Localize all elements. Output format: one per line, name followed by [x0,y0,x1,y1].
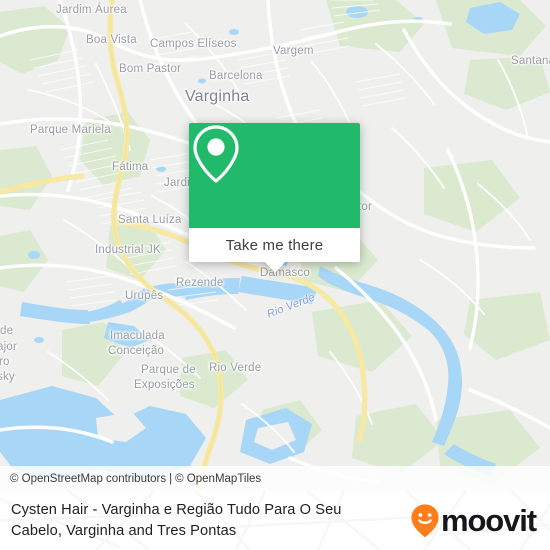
moovit-logo[interactable]: moovit [410,503,537,539]
attribution-maptiles[interactable]: © OpenMapTiles [175,473,261,485]
attribution-osm[interactable]: © OpenStreetMap contributors [10,473,166,485]
map-pin-icon [193,125,239,183]
popup-tail [264,262,285,273]
attribution-separator: | [169,472,173,485]
map-canvas[interactable]: Jardim Áurea Boa Vista Campos Elíseos Va… [0,0,550,491]
footer-bar: Cysten Hair - Varginha e Região Tudo Par… [0,491,550,550]
take-me-there-label: Take me there [225,236,324,254]
take-me-there-button[interactable]: Take me there [189,228,360,273]
moovit-wordmark: moovit [440,503,537,538]
place-title: Cysten Hair - Varginha e Região Tudo Par… [11,501,342,539]
place-popup-card[interactable]: Take me there [189,123,360,273]
moovit-smiling-pin-logo-icon [411,503,439,537]
map-attribution-bar: © OpenStreetMap contributors | © OpenMap… [0,466,550,491]
moovit-place-map-screenshot: Jardim Áurea Boa Vista Campos Elíseos Va… [0,0,550,550]
place-popup-header [189,123,360,228]
